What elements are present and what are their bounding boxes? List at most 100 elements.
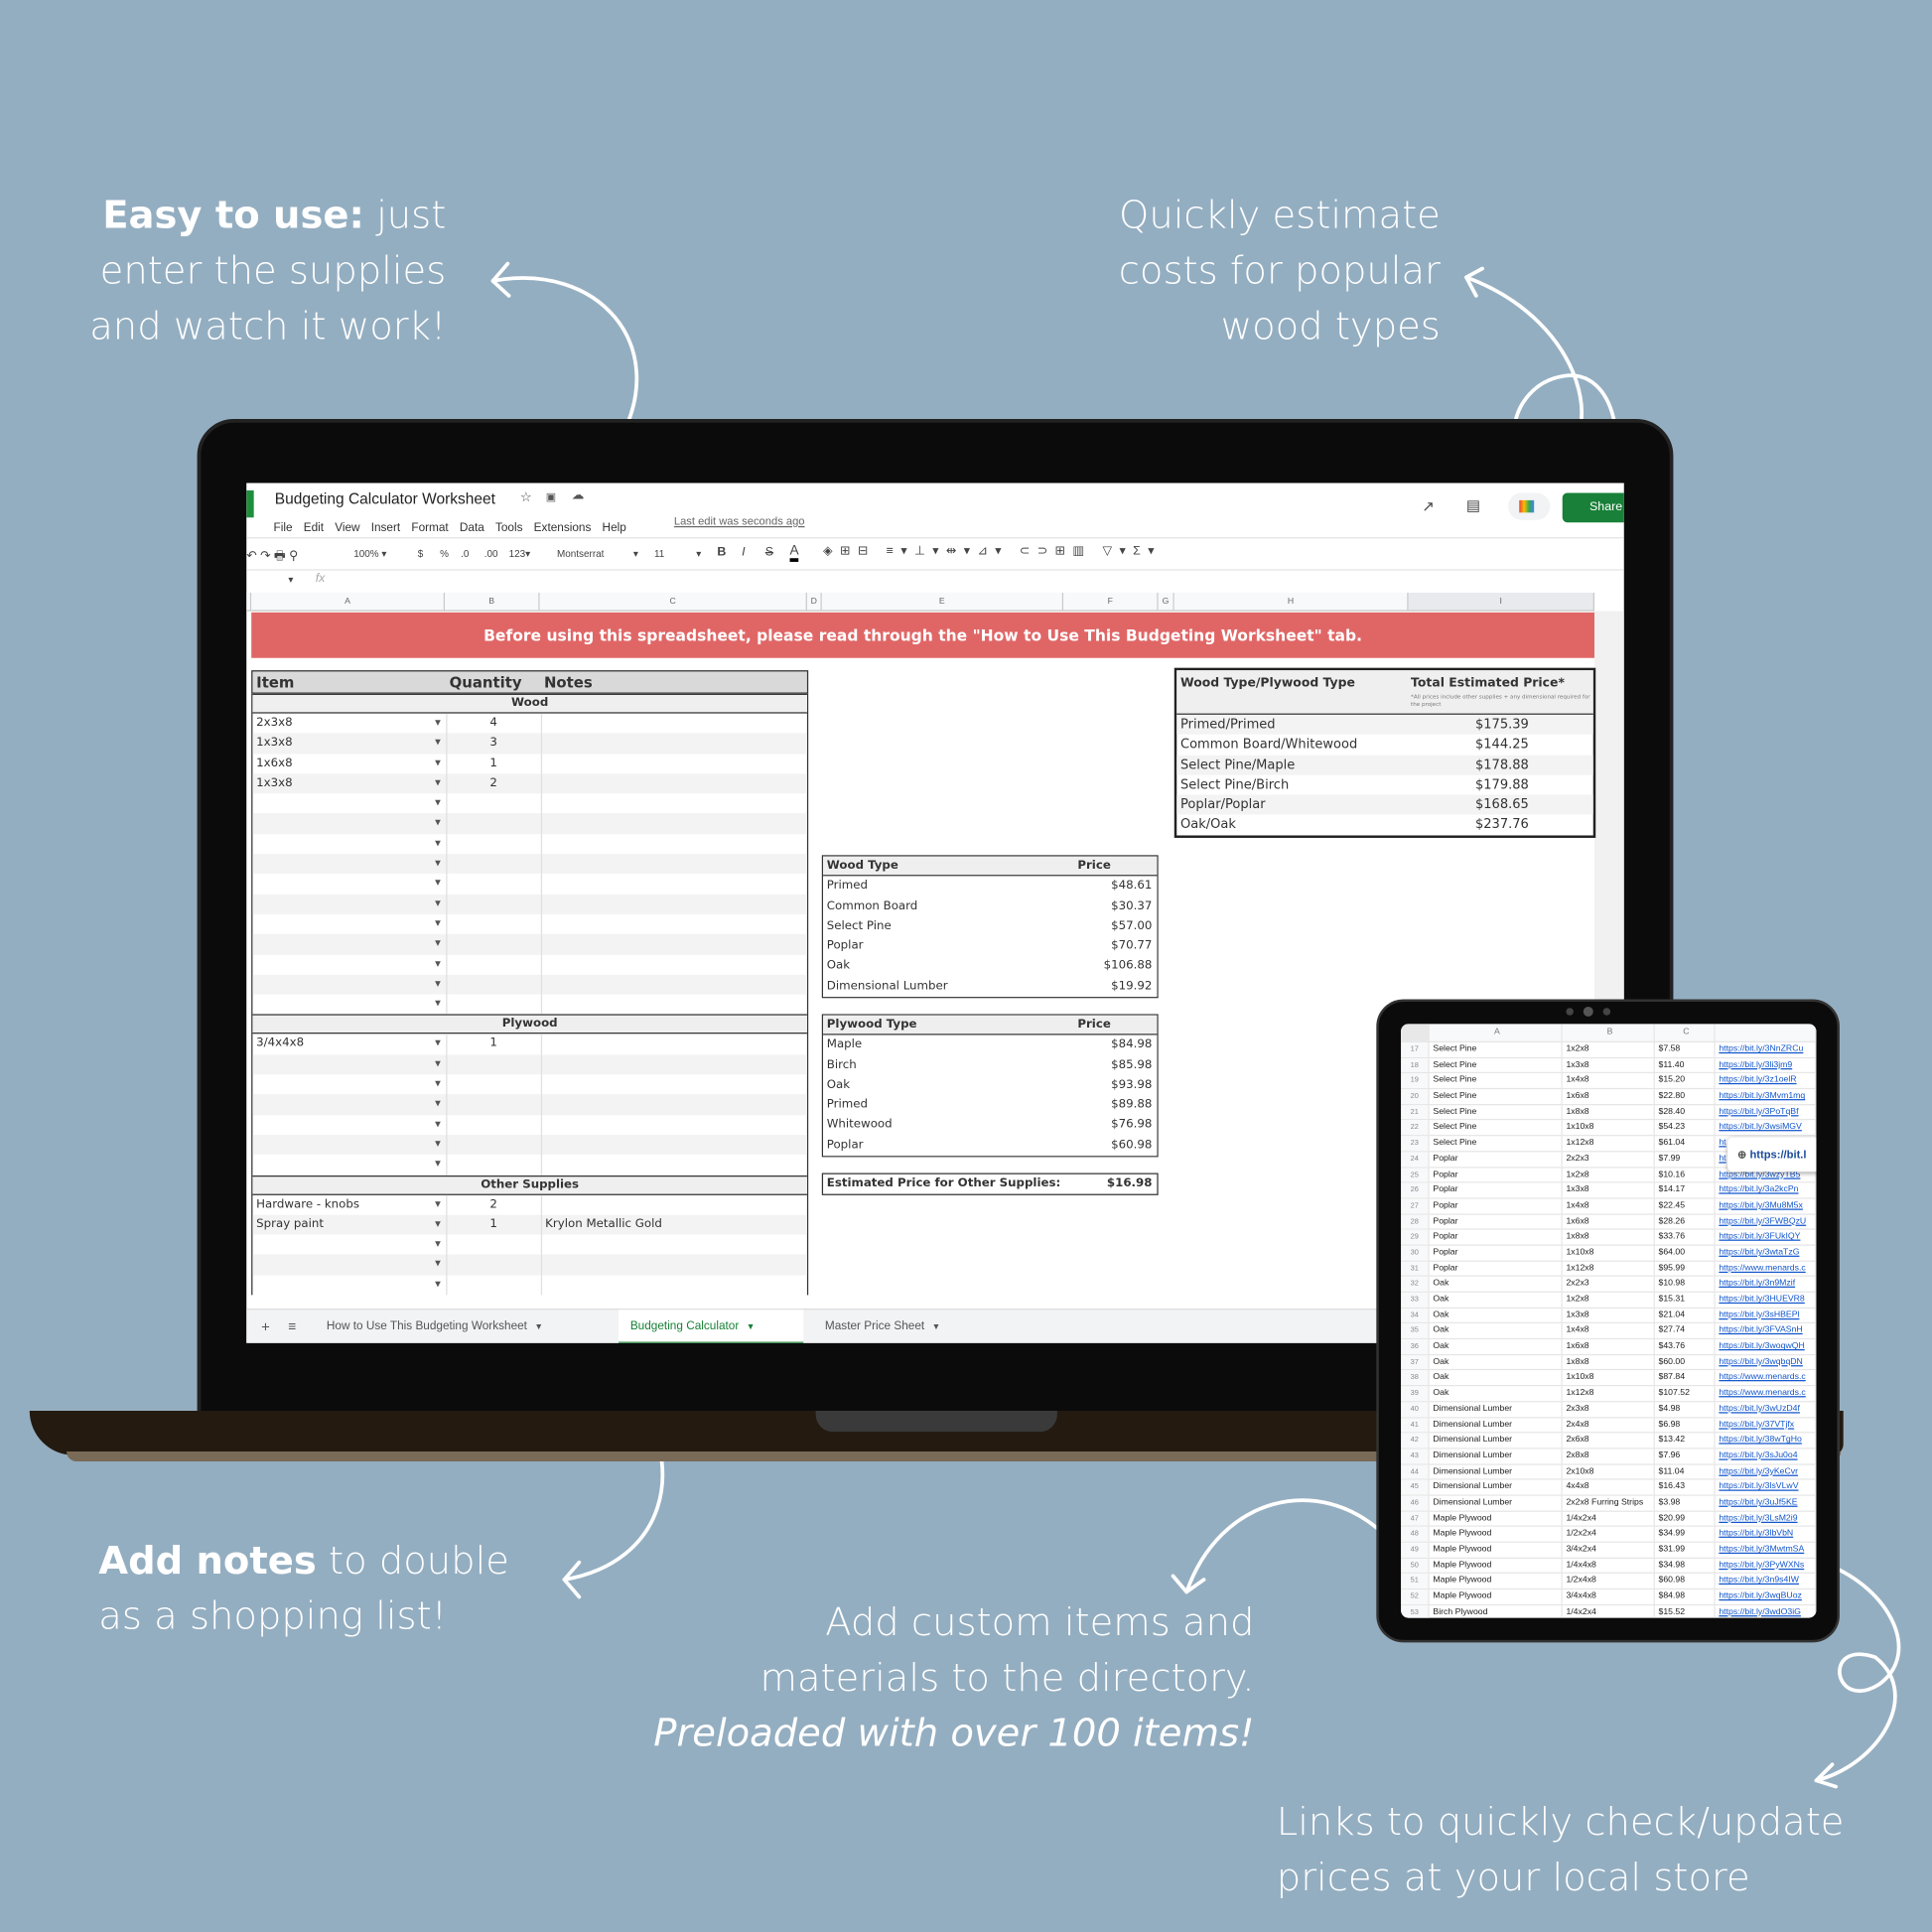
- notes-cell[interactable]: [540, 974, 807, 995]
- quantity-cell[interactable]: [445, 1254, 540, 1276]
- quantity-cell[interactable]: [445, 994, 540, 1015]
- summary-price-cell[interactable]: $168.65: [1411, 795, 1593, 815]
- summary-type-cell[interactable]: Common Board/Whitewood: [1176, 735, 1411, 755]
- item-select[interactable]: ▼: [252, 934, 445, 954]
- column-header[interactable]: B: [1563, 1024, 1655, 1041]
- price-cell[interactable]: $106.88: [1033, 957, 1156, 977]
- link-cell[interactable]: https://bit.ly/3HUEVR8: [1716, 1292, 1817, 1308]
- quantity-cell[interactable]: [445, 1094, 540, 1115]
- dropdown-arrow-icon[interactable]: ▼: [435, 1215, 441, 1235]
- name-box-dropdown[interactable]: ▾: [288, 574, 293, 585]
- price-cell[interactable]: $19.92: [1033, 977, 1156, 997]
- summary-type-cell[interactable]: Poplar/Poplar: [1176, 795, 1411, 815]
- link-cell[interactable]: https://bit.ly/3sJu0o4: [1716, 1449, 1817, 1463]
- link-cell[interactable]: https://bit.ly/3li3jm9: [1716, 1057, 1817, 1073]
- column-header[interactable]: [1716, 1024, 1817, 1041]
- item-select[interactable]: ▼: [252, 954, 445, 974]
- quantity-cell[interactable]: 4: [445, 713, 540, 734]
- meet-button[interactable]: [1508, 492, 1551, 520]
- notes-cell[interactable]: [540, 1194, 807, 1215]
- menu-data[interactable]: Data: [460, 521, 484, 535]
- cloud-status-icon[interactable]: ☁: [572, 489, 584, 503]
- price-cell[interactable]: $85.98: [1033, 1055, 1156, 1075]
- tab-menu-arrow-icon[interactable]: ▼: [747, 1323, 756, 1332]
- quantity-cell[interactable]: 2: [445, 1194, 540, 1215]
- dropdown-arrow-icon[interactable]: ▼: [435, 814, 441, 834]
- quantity-cell[interactable]: [445, 874, 540, 895]
- type-cell[interactable]: Primed: [823, 877, 1033, 897]
- link-cell[interactable]: https://bit.ly/3FVASnH: [1716, 1323, 1817, 1338]
- link-cell[interactable]: https://bit.ly/3lbVbN: [1716, 1527, 1817, 1542]
- price-cell[interactable]: $89.88: [1033, 1096, 1156, 1116]
- notes-cell[interactable]: [540, 813, 807, 834]
- dropdown-arrow-icon[interactable]: ▼: [435, 954, 441, 974]
- dropdown-arrow-icon[interactable]: ▼: [435, 914, 441, 934]
- quantity-cell[interactable]: [445, 854, 540, 875]
- dropdown-arrow-icon[interactable]: ▼: [435, 714, 441, 734]
- dropdown-arrow-icon[interactable]: ▼: [435, 1074, 441, 1094]
- quantity-cell[interactable]: [445, 793, 540, 814]
- quantity-cell[interactable]: [445, 934, 540, 955]
- item-select[interactable]: ▼: [252, 874, 445, 894]
- notes-cell[interactable]: [540, 793, 807, 814]
- sheet-tab[interactable]: How to Use This Budgeting Worksheet ▼: [314, 1310, 608, 1343]
- column-header[interactable]: E: [821, 592, 1064, 612]
- menu-view[interactable]: View: [335, 521, 359, 535]
- link-cell[interactable]: https://bit.ly/3wqBUoz: [1716, 1589, 1817, 1604]
- dropdown-arrow-icon[interactable]: ▼: [435, 934, 441, 954]
- item-select[interactable]: Hardware - knobs ▼: [252, 1194, 445, 1214]
- type-cell[interactable]: Poplar: [823, 1136, 1033, 1156]
- link-cell[interactable]: https://bit.ly/3PyWXNs: [1716, 1558, 1817, 1574]
- summary-type-cell[interactable]: Oak/Oak: [1176, 815, 1411, 835]
- item-select[interactable]: ▼: [252, 1115, 445, 1135]
- quantity-cell[interactable]: [445, 974, 540, 995]
- column-header[interactable]: H: [1173, 592, 1409, 612]
- type-cell[interactable]: Select Pine: [823, 916, 1033, 936]
- notes-cell[interactable]: [540, 1054, 807, 1075]
- decrease-decimal-button[interactable]: .0: [461, 548, 469, 559]
- notes-cell[interactable]: [540, 994, 807, 1015]
- link-cell[interactable]: https://bit.ly/3LsM2i9: [1716, 1511, 1817, 1526]
- quantity-cell[interactable]: [445, 813, 540, 834]
- link-preview-tooltip[interactable]: ⊕ https://bit.l: [1727, 1137, 1817, 1173]
- increase-decimal-button[interactable]: .00: [484, 548, 498, 559]
- share-button[interactable]: Share: [1562, 492, 1624, 523]
- notes-cell[interactable]: [540, 1114, 807, 1135]
- link-cell[interactable]: https://bit.ly/38wTgHo: [1716, 1433, 1817, 1449]
- column-header[interactable]: I: [1408, 592, 1594, 612]
- item-select[interactable]: ▼: [252, 1275, 445, 1295]
- font-size-select[interactable]: 11 ▾: [654, 548, 701, 559]
- quantity-cell[interactable]: 2: [445, 773, 540, 794]
- dropdown-arrow-icon[interactable]: ▼: [435, 975, 441, 995]
- summary-price-cell[interactable]: $237.76: [1411, 815, 1593, 835]
- tab-menu-arrow-icon[interactable]: ▼: [932, 1323, 941, 1332]
- notes-cell[interactable]: [540, 874, 807, 895]
- link-cell[interactable]: https://bit.ly/3sHBEPl: [1716, 1308, 1817, 1323]
- notes-cell[interactable]: [540, 1254, 807, 1276]
- notes-cell[interactable]: [540, 894, 807, 914]
- link-cell[interactable]: https://bit.ly/37VTjfx: [1716, 1417, 1817, 1433]
- summary-price-cell[interactable]: $144.25: [1411, 735, 1593, 755]
- quantity-cell[interactable]: 3: [445, 733, 540, 755]
- item-select[interactable]: Spray paint ▼: [252, 1215, 445, 1235]
- item-select[interactable]: ▼: [252, 814, 445, 834]
- notes-cell[interactable]: [540, 773, 807, 794]
- quantity-cell[interactable]: 1: [445, 1034, 540, 1055]
- type-cell[interactable]: Dimensional Lumber: [823, 977, 1033, 997]
- tab-menu-arrow-icon[interactable]: ▼: [534, 1323, 543, 1332]
- column-header[interactable]: C: [539, 592, 807, 612]
- type-cell[interactable]: Poplar: [823, 936, 1033, 956]
- quantity-cell[interactable]: [445, 894, 540, 914]
- quantity-cell[interactable]: [445, 1114, 540, 1135]
- dropdown-arrow-icon[interactable]: ▼: [435, 1235, 441, 1255]
- link-cell[interactable]: https://www.menards.c: [1716, 1261, 1817, 1276]
- price-cell[interactable]: $76.98: [1033, 1116, 1156, 1136]
- quantity-cell[interactable]: [445, 1275, 540, 1296]
- dropdown-arrow-icon[interactable]: ▼: [435, 1275, 441, 1295]
- item-select[interactable]: ▼: [252, 975, 445, 995]
- link-cell[interactable]: https://bit.ly/3n9Mzif: [1716, 1277, 1817, 1292]
- item-select[interactable]: ▼: [252, 995, 445, 1015]
- quantity-cell[interactable]: [445, 1054, 540, 1075]
- notes-cell[interactable]: [540, 754, 807, 774]
- link-cell[interactable]: https://bit.ly/3Mu8M5x: [1716, 1198, 1817, 1213]
